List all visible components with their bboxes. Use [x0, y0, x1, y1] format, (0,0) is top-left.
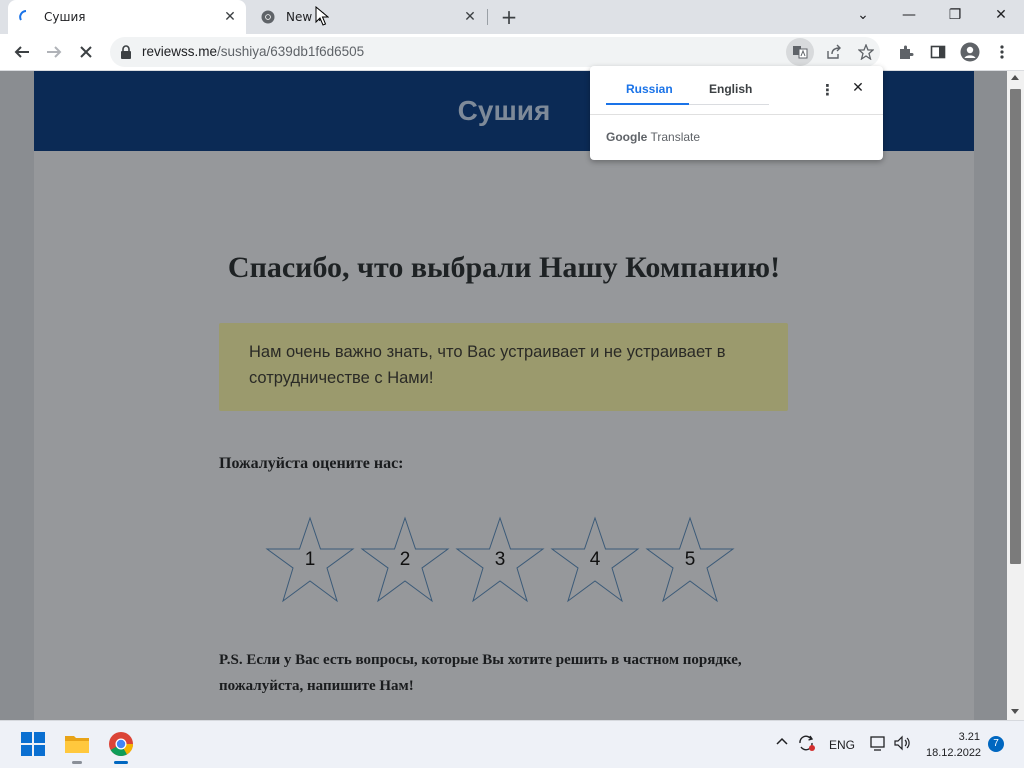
chrome-icon [260, 9, 276, 25]
bubble-divider [590, 114, 883, 115]
running-indicator [72, 761, 82, 764]
translate-tab-russian[interactable]: Russian [626, 82, 673, 96]
chrome-taskbar-button[interactable] [108, 731, 134, 757]
clock-date: 18.12.2022 [926, 747, 982, 759]
active-indicator [114, 761, 128, 764]
scroll-down-icon[interactable] [1011, 709, 1019, 714]
tab-sushiya[interactable]: Сушия ✕ [8, 0, 246, 34]
share-button[interactable] [820, 38, 848, 66]
star-label: 3 [494, 549, 506, 570]
back-arrow-icon [14, 46, 29, 58]
puzzle-icon [900, 45, 914, 59]
google-translate-brand: Google Translate [606, 130, 700, 144]
scroll-up-icon[interactable] [1011, 75, 1019, 80]
forward-button[interactable] [40, 38, 68, 66]
clock-time: 3.21 [958, 731, 980, 743]
browser-menu-button[interactable] [988, 38, 1016, 66]
windows-logo-icon [21, 732, 45, 756]
tab-close-button[interactable]: ✕ [220, 7, 240, 27]
star-2[interactable]: 2 [360, 516, 450, 604]
tab-title: New T [286, 10, 324, 24]
file-explorer-button[interactable] [64, 731, 90, 757]
new-tab-button[interactable]: + [498, 6, 520, 28]
scroll-thumb[interactable] [1010, 89, 1021, 564]
chrome-icon [109, 732, 133, 757]
page-scrollbar[interactable] [1007, 71, 1024, 720]
page-viewport: Сушия Спасибо, что выбрали Нашу Компанию… [0, 71, 1007, 720]
translate-page-button[interactable] [786, 38, 814, 66]
google-wordmark: Google [606, 130, 648, 144]
star-outline-icon [858, 44, 874, 60]
kebab-menu-icon [1000, 45, 1004, 59]
folder-icon [65, 736, 89, 753]
star-rating: 1 2 3 4 5 [265, 516, 737, 606]
rating-prompt: Пожалуйста оцените нас: [219, 455, 404, 472]
side-panel-button[interactable] [924, 38, 952, 66]
avatar-icon [960, 42, 980, 62]
tab-strip: Сушия ✕ New T ✕ + ⌄ — ❐ ✕ [0, 0, 1024, 34]
network-icon[interactable] [870, 735, 888, 754]
url-domain: reviewss.me [142, 44, 218, 59]
star-4[interactable]: 4 [550, 516, 640, 604]
translate-close-button[interactable]: ✕ [850, 80, 866, 100]
page-title: Спасибо, что выбрали Нашу Компанию! [227, 251, 781, 284]
tab-baseline [689, 104, 769, 105]
tab-close-button[interactable]: ✕ [460, 7, 480, 27]
star-3[interactable]: 3 [455, 516, 545, 604]
star-5[interactable]: 5 [645, 516, 735, 604]
star-label: 2 [399, 549, 411, 570]
lock-icon [121, 45, 131, 59]
bookmark-button[interactable] [852, 38, 880, 66]
minimize-button[interactable]: — [886, 0, 932, 30]
url-text: reviewss.me/sushiya/639db1f6d6505 [142, 44, 364, 59]
star-1[interactable]: 1 [265, 516, 355, 604]
notice-box: Нам очень важно знать, что Вас устраивае… [219, 323, 788, 411]
back-button[interactable] [8, 38, 36, 66]
star-label: 4 [589, 549, 601, 570]
window-close-button[interactable]: ✕ [978, 0, 1024, 30]
forward-arrow-icon [47, 46, 62, 58]
selected-tab-indicator [606, 103, 689, 105]
system-clock[interactable]: 3.21 18.12.2022 [926, 729, 982, 761]
tab-separator [487, 9, 488, 25]
ps-note: P.S. Если у Вас есть вопросы, которые Вы… [219, 652, 742, 694]
stop-icon [80, 46, 92, 58]
tab-new[interactable]: New T ✕ [250, 0, 488, 34]
tab-search-button[interactable]: ⌄ [840, 0, 886, 30]
start-button[interactable] [20, 731, 46, 757]
site-brand[interactable]: Сушия [458, 95, 551, 127]
translate-options-button[interactable]: ⋮ [820, 81, 835, 101]
star-label: 5 [684, 549, 696, 570]
translate-icon [793, 46, 808, 59]
page-container: Сушия Спасибо, что выбрали Нашу Компанию… [34, 71, 974, 720]
restore-button[interactable]: ❐ [932, 0, 978, 30]
share-icon [827, 44, 841, 59]
stop-button[interactable] [72, 38, 100, 66]
profile-button[interactable] [956, 38, 984, 66]
translate-wordmark: Translate [650, 130, 701, 144]
star-label: 1 [304, 549, 316, 570]
tab-title: Сушия [44, 10, 86, 24]
language-indicator[interactable]: ENG [829, 738, 855, 752]
side-panel-icon [930, 45, 946, 59]
translate-bubble: Russian English ⋮ ✕ Google Translate [590, 66, 883, 160]
mouse-cursor-icon [315, 6, 329, 26]
loading-icon [18, 9, 34, 25]
tray-overflow-icon[interactable] [776, 735, 788, 749]
translate-tab-english[interactable]: English [709, 82, 752, 96]
notification-badge[interactable]: 7 [988, 736, 1004, 752]
address-bar[interactable]: reviewss.me/sushiya/639db1f6d6505 [110, 37, 880, 67]
windows-taskbar: ENG 3.21 18.12.2022 7 [0, 720, 1024, 768]
volume-icon[interactable] [894, 735, 912, 754]
extensions-button[interactable] [892, 38, 920, 66]
url-path: /sushiya/639db1f6d6505 [217, 44, 365, 59]
sync-status-icon[interactable] [797, 734, 817, 755]
